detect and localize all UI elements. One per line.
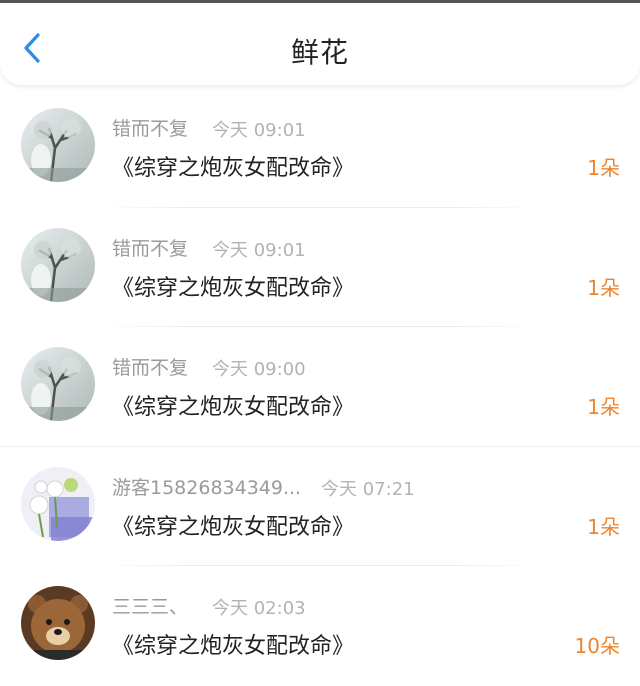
- book-title[interactable]: 《综穿之炮灰女配改命》: [112, 509, 354, 541]
- timestamp: 今天 09:01: [212, 120, 306, 141]
- avatar[interactable]: [21, 466, 95, 541]
- list-item[interactable]: 三三三、 今天 02:03 《综穿之炮灰女配改命》 10朵: [0, 566, 640, 686]
- avatar[interactable]: [21, 108, 95, 182]
- avatar[interactable]: [21, 586, 95, 660]
- tree-avatar-image: [21, 108, 95, 182]
- flower-count: 1朵: [587, 514, 620, 539]
- book-title[interactable]: 《综穿之炮灰女配改命》: [112, 389, 354, 421]
- user-name[interactable]: 三三三、: [112, 592, 188, 619]
- user-name[interactable]: 错而不复: [112, 353, 188, 380]
- timestamp: 今天 07:21: [321, 478, 415, 500]
- user-name[interactable]: 错而不复: [112, 114, 188, 141]
- flower-record-list: 错而不复 今天 09:01 《综穿之炮灰女配改命》 1朵 错而不复 今天 09:…: [0, 88, 640, 686]
- user-name[interactable]: 错而不复: [112, 234, 188, 261]
- list-item[interactable]: 游客15826834349... 今天 07:21 《综穿之炮灰女配改命》 1朵: [0, 447, 640, 566]
- list-item[interactable]: 错而不复 今天 09:00 《综穿之炮灰女配改命》 1朵: [0, 327, 640, 447]
- avatar[interactable]: [21, 347, 95, 421]
- book-title[interactable]: 《综穿之炮灰女配改命》: [112, 270, 354, 302]
- bear-avatar-image: [21, 586, 95, 660]
- user-name[interactable]: 游客15826834349...: [112, 473, 301, 500]
- flowers-avatar-image: [21, 466, 95, 541]
- list-item[interactable]: 错而不复 今天 09:01 《综穿之炮灰女配改命》 1朵: [0, 88, 640, 208]
- nav-header: 鲜花: [0, 3, 640, 85]
- flower-count: 1朵: [587, 156, 620, 180]
- tree-avatar-image: [21, 347, 95, 421]
- book-title[interactable]: 《综穿之炮灰女配改命》: [112, 628, 354, 660]
- flower-count: 10朵: [574, 634, 620, 658]
- timestamp: 今天 02:03: [212, 598, 306, 619]
- tree-avatar-image: [21, 227, 95, 302]
- book-title[interactable]: 《综穿之炮灰女配改命》: [112, 150, 354, 182]
- timestamp: 今天 09:00: [212, 359, 306, 380]
- list-item[interactable]: 错而不复 今天 09:01 《综穿之炮灰女配改命》 1朵: [0, 208, 640, 327]
- flower-count: 1朵: [587, 395, 620, 419]
- avatar[interactable]: [21, 227, 95, 302]
- timestamp: 今天 09:01: [212, 239, 306, 261]
- flower-count: 1朵: [587, 275, 620, 300]
- page-title: 鲜花: [290, 36, 349, 69]
